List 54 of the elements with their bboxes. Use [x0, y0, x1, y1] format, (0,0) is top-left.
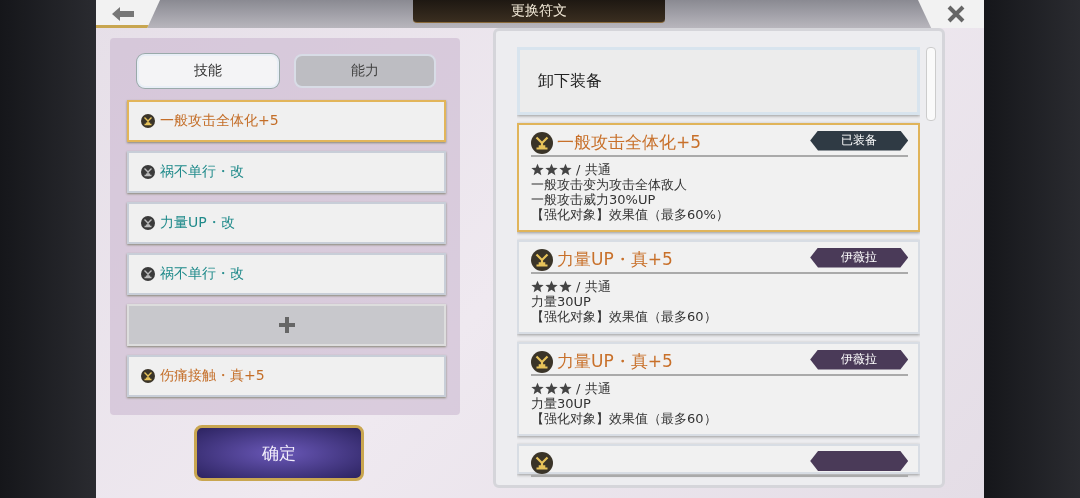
rune-card[interactable] — [517, 444, 921, 474]
plus-icon — [278, 317, 295, 333]
rune-effect: 【强化对象】效果值（最多60） — [531, 411, 718, 426]
rune-icon — [531, 131, 553, 154]
star-icon — [559, 382, 572, 395]
rune-name: 力量UP・真+5 — [557, 248, 674, 271]
rune-icon — [531, 452, 553, 474]
rune-effect: 一般攻击威力30%UP — [531, 192, 657, 207]
back-arrow-icon — [112, 7, 134, 21]
rune-category: / 共通 — [576, 381, 611, 396]
tab[interactable]: 能力 — [294, 54, 436, 88]
star-icon — [545, 280, 558, 293]
star-icon — [545, 382, 558, 395]
rune-effect: 【强化对象】效果值（最多60%） — [531, 207, 730, 222]
confirm-button[interactable]: 确定 — [194, 425, 364, 481]
rune-card[interactable]: 力量UP・真+5 伊薇拉 / 共通 力量30UP 【强化对象】效果值（最多60） — [517, 342, 921, 436]
owner-tag: 伊薇拉 — [810, 247, 909, 268]
rune-category: / 共通 — [576, 162, 611, 177]
close-icon — [947, 5, 965, 23]
rune-name: 力量UP・真+5 — [557, 350, 674, 373]
owner-tag: 伊薇拉 — [810, 349, 909, 370]
rune-slot[interactable]: 祸不单行・改 — [127, 151, 446, 193]
rune-icon — [141, 216, 155, 230]
rune-name: 一般攻击全体化+5 — [557, 131, 703, 154]
rune-category: / 共通 — [576, 279, 611, 294]
rune-slot[interactable]: 力量UP・改 — [127, 202, 446, 244]
star-icon — [531, 163, 544, 176]
rune-effect: 【强化对象】效果值（最多60） — [531, 309, 718, 324]
owner-tag: 已装备 — [810, 130, 909, 151]
star-icon — [545, 163, 558, 176]
rune-icon — [141, 114, 155, 128]
tab[interactable]: 技能 — [137, 54, 279, 88]
back-button[interactable] — [96, 0, 160, 28]
rune-slot[interactable]: 伤痛接触・真+5 — [127, 355, 446, 397]
rune-icon — [531, 248, 553, 271]
rune-icon — [141, 165, 155, 179]
star-icon — [531, 280, 544, 293]
rune-slot[interactable]: 祸不单行・改 — [127, 253, 446, 295]
rune-card[interactable]: 一般攻击全体化+5 已装备 / 共通 一般攻击变为攻击全体敌人 一般攻击威力30%UP 【强化对象】效果值（最多60%） — [517, 123, 921, 232]
scrollbar[interactable] — [926, 47, 936, 121]
star-icon — [559, 280, 572, 293]
star-icon — [531, 382, 544, 395]
rune-card[interactable]: 力量UP・真+5 伊薇拉 / 共通 力量30UP 【强化对象】效果值（最多60） — [517, 240, 921, 334]
rune-effect: 一般攻击变为攻击全体敌人 — [531, 177, 688, 192]
window-title: 更换符文 — [413, 0, 665, 23]
unequip-button[interactable]: 卸下装备 — [517, 47, 921, 115]
rune-slot[interactable]: 一般攻击全体化+5 — [127, 100, 446, 142]
rune-icon — [531, 350, 553, 373]
star-icon — [559, 163, 572, 176]
rune-icon — [141, 369, 155, 383]
rune-effect: 力量30UP — [531, 396, 592, 411]
close-button[interactable] — [918, 0, 984, 28]
rune-icon — [141, 267, 155, 281]
rune-effect: 力量30UP — [531, 294, 592, 309]
